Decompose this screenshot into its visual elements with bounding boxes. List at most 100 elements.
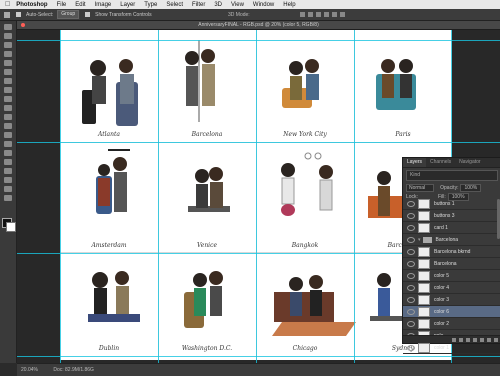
fx-icon[interactable] bbox=[459, 337, 463, 342]
menu-image[interactable]: Image bbox=[95, 2, 112, 8]
visibility-eye-icon[interactable] bbox=[407, 272, 415, 279]
guide-line[interactable] bbox=[256, 30, 257, 363]
layer-row[interactable]: color 2 bbox=[403, 318, 500, 330]
layer-row[interactable]: Barcelona bkrnd bbox=[403, 246, 500, 258]
layer-row[interactable]: card 1 bbox=[403, 222, 500, 234]
tab-navigator[interactable]: Navigator bbox=[455, 158, 484, 167]
pen-tool-icon[interactable] bbox=[4, 150, 12, 156]
move-tool-icon[interactable] bbox=[4, 11, 10, 18]
document-tab[interactable]: AnniversaryFINAL - RGB.psd @ 20% (color … bbox=[17, 21, 500, 30]
close-icon[interactable] bbox=[21, 23, 25, 27]
menu-view[interactable]: View bbox=[231, 2, 244, 8]
layer-row[interactable]: color 3 bbox=[403, 294, 500, 306]
hand-tool-icon[interactable] bbox=[4, 186, 12, 192]
visibility-eye-icon[interactable] bbox=[407, 260, 415, 267]
menu-window[interactable]: Window bbox=[253, 2, 274, 8]
link-icon[interactable] bbox=[452, 337, 456, 342]
auto-select-checkbox[interactable] bbox=[16, 12, 21, 17]
layer-row[interactable]: ▾ Barcelona bbox=[403, 234, 500, 246]
transform-checkbox[interactable] bbox=[85, 12, 91, 17]
menu-filter[interactable]: Filter bbox=[192, 2, 205, 8]
marquee-tool-icon[interactable] bbox=[4, 33, 12, 39]
brush-tool-icon[interactable] bbox=[4, 87, 12, 93]
blur-tool-icon[interactable] bbox=[4, 132, 12, 138]
align-center-icon[interactable] bbox=[308, 12, 313, 17]
layer-row[interactable]: Barcelona bbox=[403, 258, 500, 270]
guide-line[interactable] bbox=[354, 30, 355, 363]
layer-row[interactable]: color 5 bbox=[403, 270, 500, 282]
illustration-paris bbox=[376, 59, 416, 110]
visibility-eye-icon[interactable] bbox=[407, 344, 415, 351]
stamp-tool-icon[interactable] bbox=[4, 96, 12, 102]
menu-bar:  Photoshop File Edit Image Layer Type S… bbox=[0, 0, 500, 9]
crop-tool-icon[interactable] bbox=[4, 60, 12, 66]
mask-icon[interactable] bbox=[466, 337, 470, 342]
menu-edit[interactable]: Edit bbox=[75, 2, 85, 8]
status-bar: 20.04% Doc: 82.9M/1.86G bbox=[17, 363, 500, 376]
zoom-level[interactable]: 20.04% bbox=[21, 367, 38, 373]
city-label: Barcelona bbox=[191, 131, 223, 138]
layer-row[interactable]: buttons 1 bbox=[403, 198, 500, 210]
adjustment-icon[interactable] bbox=[473, 337, 477, 342]
eyedropper-tool-icon[interactable] bbox=[4, 69, 12, 75]
menu-type[interactable]: Type bbox=[144, 2, 157, 8]
layer-filter-kind[interactable]: Kind bbox=[406, 170, 498, 181]
type-tool-icon[interactable] bbox=[4, 159, 12, 165]
layer-thumbnail bbox=[418, 270, 430, 281]
visibility-eye-icon[interactable] bbox=[407, 296, 415, 303]
lasso-tool-icon[interactable] bbox=[4, 42, 12, 48]
visibility-eye-icon[interactable] bbox=[407, 308, 415, 315]
menu-app-name[interactable]: Photoshop bbox=[16, 2, 47, 8]
menu-help[interactable]: Help bbox=[283, 2, 295, 8]
align-left-icon[interactable] bbox=[300, 12, 305, 17]
guide-line[interactable] bbox=[17, 356, 500, 357]
apple-icon[interactable]:  bbox=[5, 1, 10, 8]
visibility-eye-icon[interactable] bbox=[407, 284, 415, 291]
menu-3d[interactable]: 3D bbox=[214, 2, 222, 8]
guide-line[interactable] bbox=[17, 40, 500, 41]
menu-file[interactable]: File bbox=[57, 2, 67, 8]
new-group-icon[interactable] bbox=[480, 337, 484, 342]
tab-layers[interactable]: Layers bbox=[403, 158, 427, 167]
disclosure-arrow-icon[interactable]: ▾ bbox=[418, 237, 421, 243]
guide-line[interactable] bbox=[60, 30, 61, 363]
guide-line[interactable] bbox=[158, 30, 159, 363]
move-tool-icon[interactable] bbox=[4, 24, 12, 30]
visibility-eye-icon[interactable] bbox=[407, 212, 415, 219]
zoom-tool-icon[interactable] bbox=[4, 195, 12, 201]
tab-channels[interactable]: Channels bbox=[426, 158, 455, 167]
opacity-field[interactable]: 100% bbox=[460, 183, 482, 192]
quick-select-tool-icon[interactable] bbox=[4, 51, 12, 57]
eraser-tool-icon[interactable] bbox=[4, 114, 12, 120]
layer-row[interactable]: buttons 3 bbox=[403, 210, 500, 222]
background-color-swatch[interactable] bbox=[6, 222, 16, 232]
shape-tool-icon[interactable] bbox=[4, 177, 12, 183]
dodge-tool-icon[interactable] bbox=[4, 141, 12, 147]
group-dropdown[interactable]: Group bbox=[57, 10, 80, 19]
layer-row[interactable]: color 1 bbox=[403, 342, 500, 354]
visibility-eye-icon[interactable] bbox=[407, 320, 415, 327]
blend-mode-select[interactable]: Normal bbox=[406, 183, 435, 192]
new-layer-icon[interactable] bbox=[487, 337, 491, 342]
visibility-eye-icon[interactable] bbox=[407, 200, 415, 207]
layer-name: color 4 bbox=[434, 284, 450, 291]
visibility-eye-icon[interactable] bbox=[407, 236, 415, 243]
gradient-tool-icon[interactable] bbox=[4, 123, 12, 129]
align-middle-icon[interactable] bbox=[332, 12, 337, 17]
healing-tool-icon[interactable] bbox=[4, 78, 12, 84]
guide-line[interactable] bbox=[17, 142, 500, 143]
menu-select[interactable]: Select bbox=[166, 2, 183, 8]
layer-row[interactable]: color 6 bbox=[403, 306, 500, 318]
visibility-eye-icon[interactable] bbox=[407, 248, 415, 255]
align-bottom-icon[interactable] bbox=[340, 12, 345, 17]
path-select-tool-icon[interactable] bbox=[4, 168, 12, 174]
layer-thumbnail bbox=[418, 222, 430, 233]
align-top-icon[interactable] bbox=[324, 12, 329, 17]
menu-layer[interactable]: Layer bbox=[120, 2, 135, 8]
layer-row[interactable]: color 4 bbox=[403, 282, 500, 294]
align-right-icon[interactable] bbox=[316, 12, 321, 17]
layers-footer bbox=[403, 335, 500, 343]
trash-icon[interactable] bbox=[494, 337, 498, 342]
history-brush-tool-icon[interactable] bbox=[4, 105, 12, 111]
visibility-eye-icon[interactable] bbox=[407, 224, 415, 231]
